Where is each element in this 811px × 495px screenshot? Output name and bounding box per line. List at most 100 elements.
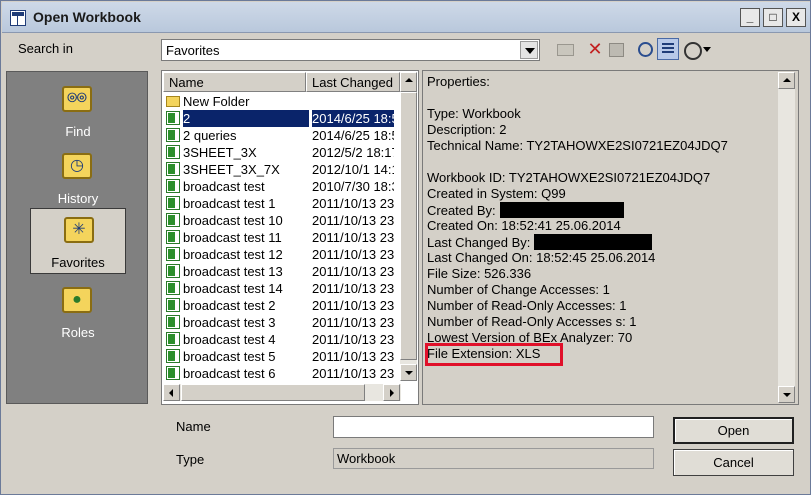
file-name: New Folder <box>183 94 250 109</box>
properties-icon[interactable] <box>605 38 627 60</box>
prop-description: Description: 2 <box>427 122 507 137</box>
column-header-last-changed[interactable]: Last Changed <box>306 72 400 92</box>
list-item[interactable]: broadcast test 10 2011/10/13 23:5 <box>163 212 417 229</box>
workbook-icon <box>166 247 180 261</box>
list-item[interactable]: broadcast test 11 2011/10/13 23:5 <box>163 229 417 246</box>
place-roles[interactable]: ● Roles <box>29 279 127 345</box>
prop-file-size: File Size: 526.336 <box>427 266 532 281</box>
minimize-button[interactable]: _ <box>740 8 760 27</box>
place-label: Favorites <box>51 255 105 270</box>
list-item[interactable]: broadcast test 13 2011/10/13 23:5 <box>163 263 417 280</box>
delete-icon[interactable]: ✕ <box>584 38 606 60</box>
workbook-icon <box>166 196 180 210</box>
chevron-down-icon[interactable] <box>520 41 538 59</box>
file-name: broadcast test 2 <box>183 298 276 313</box>
list-item[interactable]: broadcast test 2010/7/30 18:38 <box>163 178 417 195</box>
workbook-icon <box>166 315 180 329</box>
prop-readonly-accesses: Number of Read-Only Accesses: 1 <box>427 298 627 313</box>
list-item[interactable]: 3SHEET_3X_7X 2012/10/1 14:10 <box>163 161 417 178</box>
prop-created-on: Created On: 18:52:41 25.06.2014 <box>427 218 621 233</box>
list-item[interactable]: broadcast test 3 2011/10/13 23:4 <box>163 314 417 331</box>
history-clock-icon: ◷ <box>62 153 92 179</box>
file-date: 2011/10/13 23:5 <box>312 213 394 228</box>
file-name: broadcast test 5 <box>183 349 276 364</box>
list-item[interactable]: broadcast test 1 2011/10/13 23:5 <box>163 195 417 212</box>
file-name: broadcast test 12 <box>183 247 283 262</box>
list-item[interactable]: 2 queries 2014/6/25 18:55 <box>163 127 417 144</box>
scroll-up-button[interactable] <box>400 72 417 92</box>
place-label: History <box>57 191 99 206</box>
workbook-icon <box>166 179 180 193</box>
search-in-value: Favorites <box>166 43 220 58</box>
file-date <box>312 93 394 110</box>
tools-icon[interactable] <box>681 38 713 60</box>
scroll-right-button[interactable] <box>383 384 400 401</box>
properties-vertical-scrollbar[interactable] <box>778 72 795 403</box>
list-item[interactable]: broadcast test 4 2011/10/13 23:4 <box>163 331 417 348</box>
window-title: Open Workbook <box>33 9 141 25</box>
scroll-thumb[interactable] <box>181 384 365 401</box>
find-binoculars-icon: ⌾⌾ <box>62 86 92 112</box>
list-item[interactable]: 22014/6/25 18:52 <box>163 110 417 127</box>
list-item[interactable]: broadcast test 2 2011/10/13 23:4 <box>163 297 417 314</box>
file-list-horizontal-scrollbar[interactable] <box>163 384 401 401</box>
list-item[interactable]: broadcast test 5 2011/10/13 23:4 <box>163 348 417 365</box>
refresh-icon[interactable] <box>634 38 656 60</box>
prop-file-extension: File Extension: XLS <box>425 343 563 366</box>
scroll-down-button[interactable] <box>400 364 417 381</box>
places-bar: ⌾⌾ Find ◷ History ✳ Favorites ● Roles <box>6 71 148 404</box>
scroll-thumb[interactable] <box>400 92 417 360</box>
file-name: broadcast test <box>183 179 265 194</box>
file-date: 2011/10/13 23:5 <box>312 247 394 262</box>
name-label: Name <box>176 419 211 434</box>
file-name: 3SHEET_3X <box>183 145 257 160</box>
close-button[interactable]: X <box>786 8 806 27</box>
file-list-vertical-scrollbar[interactable] <box>400 92 417 381</box>
type-label: Type <box>176 452 205 467</box>
scroll-left-button[interactable] <box>163 384 180 401</box>
up-one-level-icon[interactable] <box>554 38 576 60</box>
search-in-label: Search in <box>18 41 73 56</box>
workbook-icon <box>166 281 180 295</box>
workbook-icon <box>166 111 180 125</box>
workbook-icon <box>166 128 180 142</box>
place-find[interactable]: ⌾⌾ Find <box>29 78 127 144</box>
file-name: broadcast test 1 <box>183 196 276 211</box>
scroll-down-button[interactable] <box>778 386 795 403</box>
workbook-icon <box>166 230 180 244</box>
search-in-dropdown[interactable]: Favorites <box>161 39 540 61</box>
favorites-star-icon: ✳ <box>64 217 94 243</box>
list-item[interactable]: broadcast test 6 2011/10/13 23:4 <box>163 365 417 382</box>
properties-panel: Properties: Type: Workbook Description: … <box>422 70 799 405</box>
file-date: 2011/10/13 23:5 <box>312 196 394 211</box>
name-input[interactable] <box>333 416 654 438</box>
file-date: 2011/10/13 23:4 <box>312 298 394 313</box>
list-item[interactable]: broadcast test 14 2011/10/13 23:5 <box>163 280 417 297</box>
list-item[interactable]: 3SHEET_3X 2012/5/2 18:17 <box>163 144 417 161</box>
file-name: 2 <box>183 110 309 127</box>
details-view-icon[interactable] <box>657 38 679 60</box>
column-header-name[interactable]: Name <box>163 72 306 92</box>
list-item[interactable]: broadcast test 12 2011/10/13 23:5 <box>163 246 417 263</box>
prop-created-by-label: Created By: <box>427 203 496 218</box>
file-name: 2 queries <box>183 128 237 143</box>
place-favorites[interactable]: ✳ Favorites <box>30 208 126 274</box>
file-name: broadcast test 6 <box>183 366 276 381</box>
workbook-icon <box>166 366 180 380</box>
list-item[interactable]: New Folder <box>163 93 417 110</box>
workbook-window-icon <box>10 10 26 26</box>
file-name: broadcast test 10 <box>183 213 283 228</box>
prop-created-in-system: Created in System: Q99 <box>427 186 566 201</box>
prop-change-accesses: Number of Change Accesses: 1 <box>427 282 610 297</box>
file-list[interactable]: Name Last Changed New Folder 2 2014/6/25 … <box>161 70 419 405</box>
open-button[interactable]: Open <box>673 417 794 444</box>
maximize-button[interactable]: □ <box>763 8 783 27</box>
place-history[interactable]: ◷ History <box>29 145 127 211</box>
highlight-box <box>425 343 563 366</box>
prop-readonly-accesses-s: Number of Read-Only Accesses s: 1 <box>427 314 637 329</box>
file-date: 2012/5/2 18:17 <box>312 145 394 160</box>
redacted-value <box>499 202 624 218</box>
scroll-up-button[interactable] <box>778 72 795 89</box>
cancel-button[interactable]: Cancel <box>673 449 794 476</box>
file-date: 2010/7/30 18:38 <box>312 179 394 194</box>
